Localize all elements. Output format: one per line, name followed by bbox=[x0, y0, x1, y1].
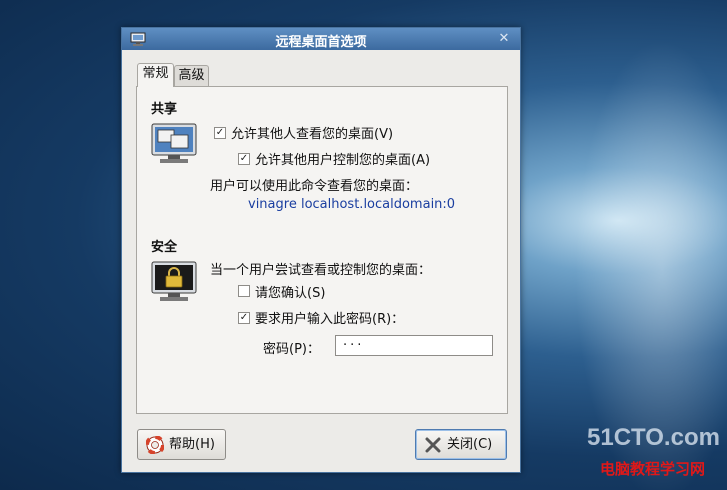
titlebar[interactable]: 远程桌面首选项 ✕ bbox=[122, 28, 520, 50]
require-password-checkbox[interactable]: ✓ bbox=[238, 312, 250, 324]
sharing-section-title: 共享 bbox=[151, 102, 178, 117]
help-button-label: 帮助(H) bbox=[169, 437, 215, 452]
close-button-label: 关闭(C) bbox=[447, 437, 493, 452]
command-description: 用户可以使用此命令查看您的桌面： bbox=[210, 179, 419, 194]
monitor-share-icon bbox=[151, 123, 197, 163]
tab-general[interactable]: 常规 bbox=[137, 63, 174, 87]
close-button[interactable]: 关闭(C) bbox=[415, 429, 507, 460]
password-label: 密码(P)： bbox=[263, 342, 320, 357]
allow-view-checkbox[interactable]: ✓ bbox=[214, 127, 226, 139]
close-x-icon bbox=[425, 437, 441, 453]
security-prompt: 当一个用户尝试查看或控制您的桌面： bbox=[210, 263, 432, 278]
password-field[interactable]: ··· bbox=[335, 335, 493, 356]
tab-advanced[interactable]: 高级 bbox=[174, 65, 209, 87]
lifebuoy-icon bbox=[146, 436, 164, 454]
command-link[interactable]: vinagre localhost.localdomain:0 bbox=[248, 197, 455, 212]
help-button[interactable]: 帮助(H) bbox=[137, 429, 226, 460]
confirm-checkbox[interactable] bbox=[238, 285, 250, 297]
desktop-glow bbox=[560, 0, 727, 490]
window-title: 远程桌面首选项 bbox=[275, 35, 367, 50]
allow-control-label[interactable]: 允许其他用户控制您的桌面(A) bbox=[255, 149, 430, 168]
monitor-lock-icon bbox=[151, 261, 197, 301]
preferences-window: 远程桌面首选项 ✕ 常规 高级 共享 ✓ 允许其他人查看您的桌面(V) ✓ 允许… bbox=[121, 27, 521, 473]
watermark-site: 电脑教程学习网 bbox=[600, 460, 706, 478]
general-panel: 共享 ✓ 允许其他人查看您的桌面(V) ✓ 允许其他用户控制您的桌面(A) 用户… bbox=[136, 86, 508, 414]
security-section-title: 安全 bbox=[151, 240, 178, 255]
require-password-label[interactable]: 要求用户输入此密码(R)： bbox=[255, 308, 404, 327]
allow-view-label[interactable]: 允许其他人查看您的桌面(V) bbox=[231, 123, 393, 142]
window-close-icon[interactable]: ✕ bbox=[496, 31, 512, 46]
watermark-51cto: 51CTO.com bbox=[587, 424, 720, 451]
allow-control-checkbox[interactable]: ✓ bbox=[238, 153, 250, 165]
confirm-label[interactable]: 请您确认(S) bbox=[255, 282, 325, 301]
